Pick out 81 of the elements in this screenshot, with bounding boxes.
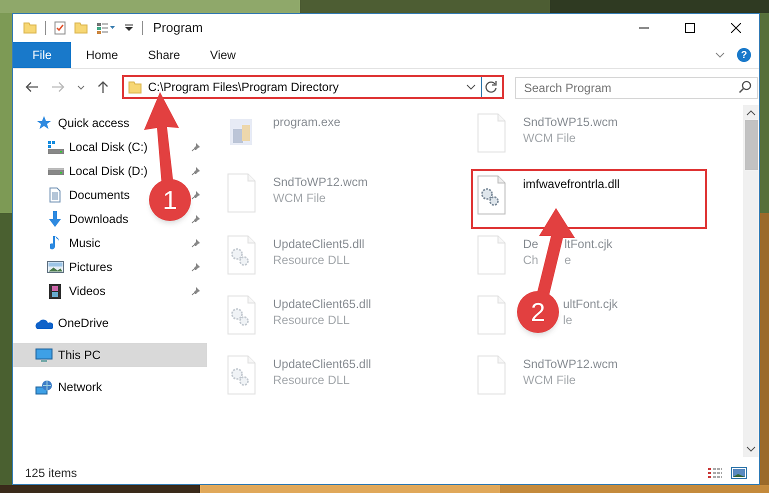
scrollbar[interactable] [743,105,759,457]
pin-icon[interactable] [191,262,201,272]
nav-item[interactable]: Documents [46,183,130,207]
nav-item[interactable]: Local Disk (C:) [46,135,148,159]
file-name[interactable]: program.exe [273,113,340,131]
maximize-icon [685,23,695,33]
pin-icon[interactable] [191,142,201,152]
nav-item[interactable]: Downloads [46,207,128,231]
file-name[interactable]: SndToWP12.wcm [523,355,618,373]
file-name[interactable]: SndToWP12.wcm [273,173,368,191]
item-count: 125 items [25,464,78,482]
gears-file-icon[interactable] [477,175,507,215]
file-type[interactable]: Resource DLL [273,251,350,269]
file-name[interactable]: ltFont.cjk [564,235,612,253]
up-arrow-icon[interactable] [97,80,109,94]
file-name[interactable]: imfwavefrontrla.dll [523,175,620,193]
folder-icon [128,80,142,94]
ribbon-tab[interactable]: File [13,42,71,68]
file-name[interactable]: UpdateClient65.dll [273,355,372,373]
details-view-icon[interactable] [707,466,723,478]
nav-item[interactable]: Local Disk (D:) [46,159,148,183]
cloud-icon [35,318,53,328]
pin-icon[interactable] [191,286,201,296]
file-type[interactable]: Resource DLL [273,311,350,329]
file-name[interactable]: UpdateClient65.dll [273,295,372,313]
nav-item[interactable]: This PC [13,343,207,367]
ribbon-tab[interactable]: Home [71,42,134,68]
folder-icon[interactable] [23,22,37,34]
address-bar[interactable]: C:\Program Files\Program Directory [122,75,504,99]
drive-icon [46,168,64,174]
window-title: Program [153,19,203,38]
network-icon [35,380,53,394]
pin-icon[interactable] [191,238,201,248]
recent-caret-icon[interactable] [77,84,85,90]
pin-icon[interactable] [191,190,201,200]
file-type[interactable]: le [563,311,572,329]
tiles-view-icon[interactable] [731,466,747,478]
address-path: C:\Program Files\Program Directory [148,79,339,96]
forward-arrow-icon[interactable] [51,81,65,93]
search-icon[interactable] [738,80,752,94]
file-name[interactable]: SndToWP15.wcm [523,113,618,131]
ribbon-tab[interactable]: Share [133,42,196,68]
file-type[interactable]: e [564,251,572,269]
checklist-icon[interactable] [54,21,66,35]
file-type[interactable]: WCM File [523,129,576,147]
file-type[interactable]: Ch [523,251,538,269]
nav-item[interactable]: Network [13,375,207,399]
help-button[interactable]: ? [737,48,751,62]
file-name[interactable]: UpdateClient5.dll [273,235,364,253]
down-arrow-icon [48,211,62,227]
nav-item[interactable]: Music [46,231,100,255]
dropdown-caret-icon[interactable] [466,84,476,90]
star-icon [35,116,53,130]
pin-icon[interactable] [191,166,201,176]
file-name[interactable]: ultFont.cjk [563,295,618,313]
dropdown-icon[interactable] [124,24,134,32]
nav-item[interactable]: Pictures [46,255,112,279]
file-name[interactable]: De [523,235,538,253]
drive-icon [46,140,64,154]
folder-icon[interactable] [74,22,88,34]
scroll-down-icon[interactable] [746,446,756,452]
scroll-up-icon[interactable] [746,110,756,116]
ribbon-tab[interactable]: View [195,42,251,68]
music-note-icon [50,235,60,251]
back-arrow-icon[interactable] [25,81,39,93]
properties-icon[interactable] [96,22,116,34]
scroll-thumb[interactable] [744,120,758,170]
file-type[interactable]: WCM File [523,371,576,389]
monitor-icon [35,348,53,362]
film-icon [49,284,61,298]
document-icon [49,187,61,203]
close-icon [731,23,741,33]
file-type[interactable]: WCM File [273,189,326,207]
nav-item[interactable]: Quick access [13,111,207,135]
nav-item[interactable]: Videos [46,279,106,303]
picture-icon [46,261,64,273]
search-field[interactable]: Search Program [515,77,758,99]
file-type[interactable]: Resource DLL [273,371,350,389]
pin-icon[interactable] [191,214,201,224]
nav-item[interactable]: OneDrive [13,311,207,335]
chevron-down-icon[interactable] [715,52,725,58]
